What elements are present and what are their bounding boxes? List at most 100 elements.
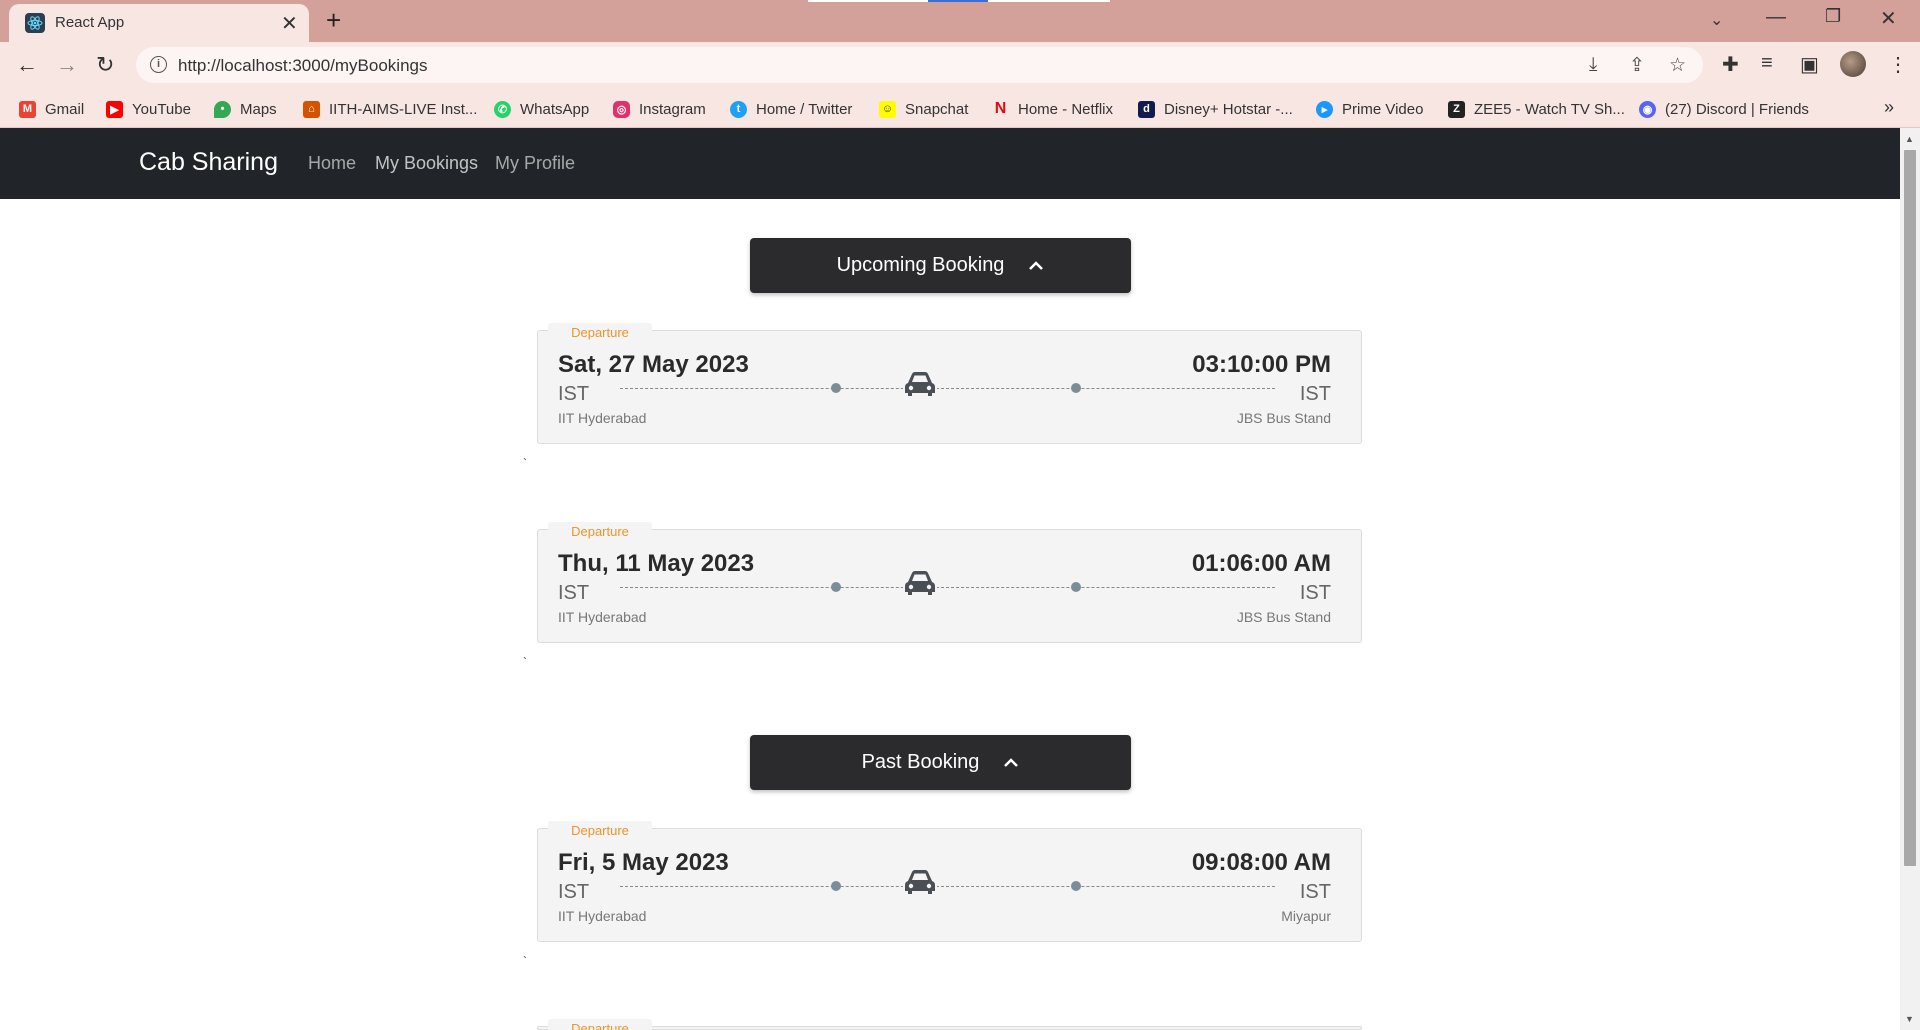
destination-location: JBS Bus Stand	[1236, 609, 1331, 625]
address-bar[interactable]: i http://localhost:3000/myBookings ⤓ ⇪ ☆	[136, 47, 1703, 83]
maps-icon: •	[214, 100, 231, 118]
route-dot	[831, 582, 841, 592]
bookmark-youtube[interactable]: ▶ YouTube	[106, 98, 191, 120]
route-dot	[831, 383, 841, 393]
route-dot	[1071, 582, 1081, 592]
restore-icon[interactable]: ❐	[1825, 6, 1841, 27]
origin-location: IIT Hyderabad	[558, 410, 647, 426]
nav-my-profile[interactable]: My Profile	[495, 153, 575, 174]
departure-tag: Departure	[548, 522, 652, 542]
scroll-down-icon[interactable]: ▼	[1905, 1014, 1914, 1024]
departure-tag: Departure	[548, 821, 652, 841]
more-bookmarks-icon[interactable]: »	[1884, 97, 1894, 118]
booking-date: Sat, 27 May 2023	[558, 351, 749, 378]
brand-logo[interactable]: Cab Sharing	[139, 148, 278, 177]
prime-video-icon: ▸	[1316, 100, 1333, 118]
bookmark-aims[interactable]: ⌂ IITH-AIMS-LIVE Inst...	[303, 98, 477, 120]
upcoming-booking-label: Upcoming Booking	[836, 254, 1005, 276]
bookmark-prime-video[interactable]: ▸ Prime Video	[1316, 98, 1423, 120]
twitter-icon: t	[730, 100, 747, 118]
bookmark-zee5[interactable]: Z ZEE5 - Watch TV Sh...	[1448, 98, 1625, 120]
route-dot	[1071, 881, 1081, 891]
reload-icon[interactable]: ↻	[96, 52, 114, 78]
bookmark-netflix[interactable]: N Home - Netflix	[992, 98, 1113, 120]
route-line	[620, 587, 1275, 588]
back-icon[interactable]: ←	[16, 52, 38, 78]
past-booking-label: Past Booking	[861, 751, 980, 773]
booking-time: 09:08:00 AM	[1191, 849, 1331, 876]
whatsapp-icon: ✆	[494, 100, 511, 118]
install-app-icon[interactable]: ⤓	[1589, 54, 1597, 76]
instagram-icon: ◎	[613, 100, 630, 118]
booking-date: Thu, 11 May 2023	[558, 550, 755, 577]
destination-location: Miyapur	[1281, 908, 1331, 924]
window-close-icon[interactable]: ✕	[1880, 6, 1897, 31]
bookmark-hotstar[interactable]: d Disney+ Hotstar -...	[1138, 98, 1293, 120]
tab-title: React App	[55, 14, 125, 31]
bookmark-twitter[interactable]: t Home / Twitter	[730, 98, 852, 120]
car-icon	[903, 568, 937, 598]
route-dot	[831, 881, 841, 891]
tab-search-icon[interactable]: ⌄	[1710, 10, 1723, 30]
nav-home[interactable]: Home	[308, 153, 356, 174]
minimize-icon[interactable]: —	[1766, 6, 1786, 29]
site-info-icon[interactable]: i	[150, 56, 167, 73]
origin-location: IIT Hyderabad	[558, 908, 647, 924]
bookmark-snapchat[interactable]: ☺ Snapchat	[879, 98, 968, 120]
bookmark-discord[interactable]: ◉ (27) Discord | Friends	[1639, 98, 1809, 120]
zee5-icon: Z	[1448, 100, 1465, 118]
hotstar-icon: d	[1138, 100, 1155, 118]
nav-my-bookings[interactable]: My Bookings	[375, 153, 478, 174]
timezone-right: IST	[1299, 383, 1331, 405]
past-booking-toggle[interactable]: Past Booking	[750, 735, 1131, 790]
close-tab-icon[interactable]: ✕	[281, 11, 298, 36]
app-navbar: Cab Sharing Home My Bookings My Profile	[0, 128, 1900, 199]
bookmark-whatsapp[interactable]: ✆ WhatsApp	[494, 98, 589, 120]
scroll-up-icon[interactable]: ▲	[1905, 134, 1914, 144]
destination-location: JBS Bus Stand	[1236, 410, 1331, 426]
netflix-icon: N	[994, 100, 1007, 117]
separator-mark: `	[523, 456, 527, 470]
timezone-right: IST	[1299, 582, 1331, 604]
timezone-left: IST	[558, 582, 590, 604]
bookmark-star-icon[interactable]: ☆	[1669, 54, 1686, 77]
react-icon	[25, 13, 45, 33]
browser-tab[interactable]: React App ✕	[9, 4, 309, 42]
car-icon	[903, 867, 937, 897]
booking-card[interactable]: Departure Thu, 11 May 2023 01:06:00 AM I…	[537, 522, 1362, 643]
booking-card[interactable]: Departure	[537, 1019, 1362, 1030]
booking-time: 03:10:00 PM	[1192, 351, 1331, 378]
booking-date: Fri, 5 May 2023	[558, 849, 729, 876]
booking-card[interactable]: Departure Fri, 5 May 2023 09:08:00 AM IS…	[537, 821, 1362, 942]
page-scrollbar[interactable]: ▲ ▼	[1900, 128, 1920, 1030]
scroll-thumb[interactable]	[1904, 150, 1916, 866]
gmail-icon: M	[19, 100, 36, 118]
car-icon	[903, 369, 937, 399]
bookmark-instagram[interactable]: ◎ Instagram	[613, 98, 706, 120]
new-tab-icon[interactable]: +	[326, 5, 341, 36]
separator-mark: `	[523, 954, 527, 968]
separator-mark: `	[523, 655, 527, 669]
timezone-left: IST	[558, 383, 590, 405]
bookmark-maps[interactable]: • Maps	[214, 98, 277, 120]
booking-card[interactable]: Departure Sat, 27 May 2023 03:10:00 PM I…	[537, 323, 1362, 444]
menu-dots-icon[interactable]: ⋮	[1888, 52, 1908, 77]
route-line	[620, 886, 1275, 887]
bookmark-gmail[interactable]: M Gmail	[19, 98, 84, 120]
booking-time: 01:06:00 AM	[1191, 550, 1331, 577]
side-panel-icon[interactable]: ▣	[1800, 52, 1819, 77]
forward-icon[interactable]: →	[56, 52, 78, 78]
route-line	[620, 388, 1275, 389]
profile-avatar[interactable]	[1840, 51, 1866, 77]
snapchat-icon: ☺	[879, 100, 896, 118]
youtube-icon: ▶	[106, 100, 123, 118]
media-control-icon[interactable]: ≡	[1761, 52, 1773, 75]
departure-tag: Departure	[548, 323, 652, 343]
extensions-icon[interactable]: ✚	[1722, 52, 1739, 77]
page-loading-bar	[808, 0, 1110, 2]
origin-location: IIT Hyderabad	[558, 609, 647, 625]
discord-icon: ◉	[1639, 100, 1656, 118]
url-text[interactable]: http://localhost:3000/myBookings	[178, 56, 427, 76]
share-icon[interactable]: ⇪	[1629, 54, 1645, 77]
upcoming-booking-toggle[interactable]: Upcoming Booking	[750, 238, 1131, 293]
